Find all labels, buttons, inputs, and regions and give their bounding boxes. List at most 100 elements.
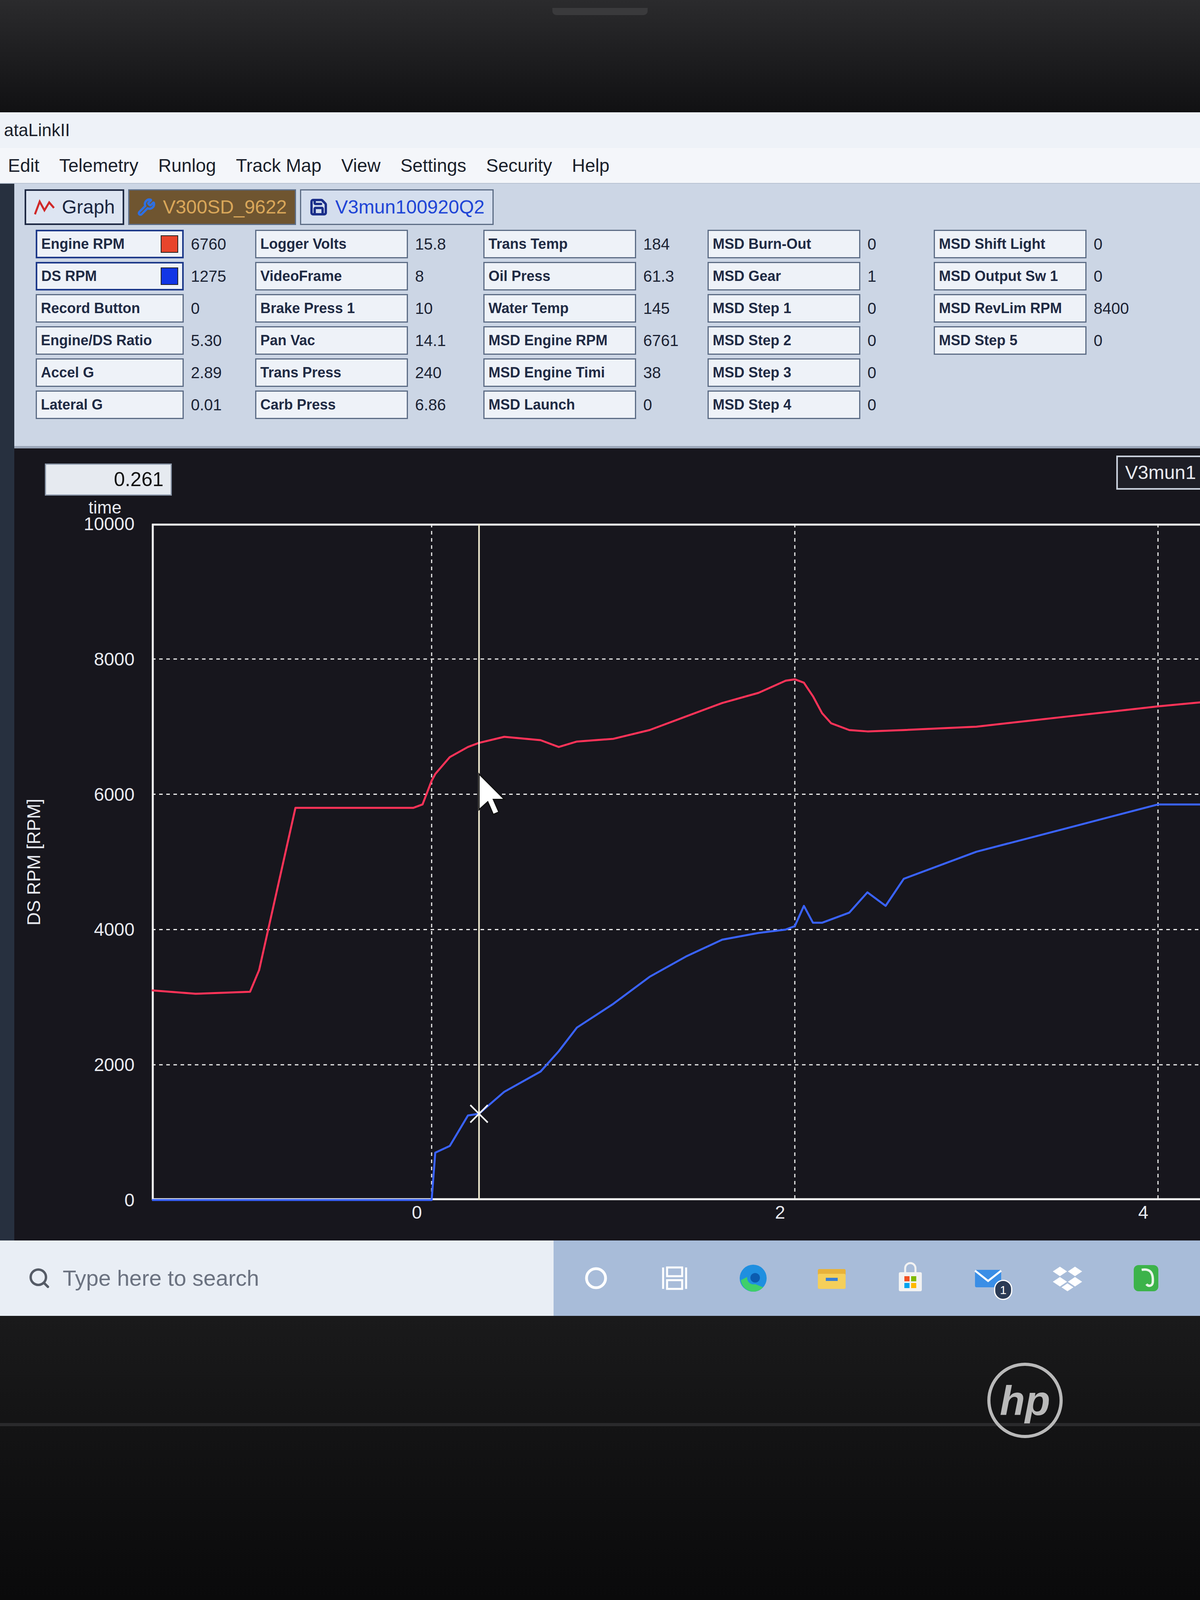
wrench-icon: [137, 198, 156, 217]
readout-label[interactable]: VideoFrame: [255, 261, 408, 291]
readout-label[interactable]: MSD RevLim RPM: [933, 294, 1087, 323]
readout-column: MSD Burn-Out0MSD Gear1MSD Step 10MSD Ste…: [707, 229, 934, 420]
search-box[interactable]: Type here to search: [0, 1240, 554, 1316]
readout-label[interactable]: Engine/DS Ratio: [35, 326, 184, 355]
readout-label[interactable]: Lateral G: [35, 390, 184, 420]
readout-column: Trans Temp184Oil Press61.3Water Temp145M…: [483, 229, 708, 420]
y-tick-label: 10000: [83, 513, 135, 534]
y-tick-label: 4000: [94, 919, 135, 940]
readout-row: MSD Shift Light0: [933, 229, 1147, 259]
x-axis: 024: [14, 1200, 1200, 1228]
readout-row: MSD Step 30: [707, 358, 934, 387]
window-title: ataLinkII: [3, 117, 70, 144]
readout-label[interactable]: Record Button: [35, 294, 184, 323]
readout-label[interactable]: Pan Vac: [255, 326, 408, 355]
hinge-strip: [0, 1423, 1200, 1427]
readout-label[interactable]: MSD Step 1: [707, 294, 861, 323]
grid-line: [430, 523, 433, 1200]
rpm-chart[interactable]: [137, 523, 1200, 1200]
menu-item[interactable]: Settings: [400, 151, 467, 180]
series-swatch: [160, 235, 179, 253]
readout-label[interactable]: MSD Output Sw 1: [933, 261, 1087, 291]
y-axis: DS RPM [RPM]0200040006000800010000: [14, 523, 138, 1200]
readout-label[interactable]: Accel G: [35, 358, 184, 387]
store-icon[interactable]: [892, 1260, 929, 1297]
tab-row: GraphV300SD_9622V3mun100920Q2: [24, 189, 1200, 225]
menu-item[interactable]: Track Map: [235, 151, 322, 180]
menu-item[interactable]: View: [341, 151, 381, 180]
chart-panel: 0.261timeV3mun1DS RPM [RPM]0200040006000…: [14, 446, 1200, 1241]
readout-label[interactable]: Trans Press: [255, 358, 408, 387]
readout-row: Pan Vac14.1: [255, 326, 484, 355]
readout-label[interactable]: MSD Burn-Out: [707, 229, 861, 259]
readout-label[interactable]: MSD Step 2: [707, 326, 861, 355]
dropbox-icon[interactable]: [1049, 1260, 1086, 1297]
menu-item[interactable]: Edit: [7, 151, 40, 180]
readout-label[interactable]: MSD Step 5: [933, 326, 1087, 355]
readout-row: MSD Gear1: [707, 261, 934, 291]
series-line: [151, 679, 1200, 994]
cortana-icon[interactable]: [578, 1260, 614, 1297]
readout-label[interactable]: MSD Launch: [483, 390, 637, 420]
grid-line: [151, 1064, 1200, 1066]
explorer-icon[interactable]: [813, 1260, 850, 1297]
x-tick-label: 2: [775, 1202, 786, 1223]
cursor-line[interactable]: [478, 523, 480, 1200]
readout-row: DS RPM1275: [35, 261, 256, 291]
readout-row: MSD Step 50: [933, 326, 1147, 355]
camera-notch: [552, 7, 648, 16]
tab[interactable]: Graph: [24, 189, 125, 225]
readout-label[interactable]: MSD Engine Timi: [483, 358, 637, 387]
readout-column: Logger Volts15.8VideoFrame8Brake Press 1…: [255, 229, 484, 420]
readout-value: 2.89: [183, 358, 256, 387]
readout-label[interactable]: Brake Press 1: [255, 294, 408, 323]
readout-value: 1275: [183, 261, 256, 291]
readout-row: MSD Engine Timi38: [483, 358, 708, 387]
y-tick-label: 0: [124, 1190, 135, 1210]
mouse-pointer-icon: [478, 773, 505, 815]
readout-label[interactable]: MSD Step 3: [707, 358, 861, 387]
series-swatch: [160, 267, 179, 285]
readout-value: 0: [860, 294, 934, 323]
readout-label[interactable]: MSD Gear: [707, 261, 861, 291]
readout-value: 0: [183, 294, 256, 323]
readout-label[interactable]: Trans Temp: [483, 229, 637, 259]
mail-icon[interactable]: 1: [971, 1260, 1007, 1297]
readout-label[interactable]: MSD Engine RPM: [483, 326, 637, 355]
evernote-icon[interactable]: [1128, 1260, 1164, 1297]
readout-label[interactable]: Oil Press: [483, 261, 637, 291]
legend-box[interactable]: V3mun1: [1116, 455, 1200, 490]
menu-item[interactable]: Telemetry: [59, 151, 139, 180]
menu-item[interactable]: Runlog: [158, 151, 217, 180]
readout-label[interactable]: MSD Shift Light: [933, 229, 1087, 259]
title-bar: ataLinkII: [0, 112, 1200, 149]
readout-row: Water Temp145: [483, 294, 708, 323]
readout-label[interactable]: Water Temp: [483, 294, 637, 323]
photo-frame: ataLinkII Edit Telemetry Runlog Track Map Vie…: [0, 0, 1200, 1600]
readout-column: Engine RPM6760DS RPM1275Record Button0En…: [35, 229, 256, 420]
taskview-icon[interactable]: [656, 1260, 693, 1297]
readout-value: 5.30: [183, 326, 256, 355]
grid-line: [151, 658, 1200, 660]
readout-row: MSD Step 20: [707, 326, 934, 355]
edge-icon[interactable]: [735, 1260, 772, 1297]
menu-item[interactable]: Help: [571, 151, 610, 180]
mail-badge: 1: [994, 1279, 1013, 1300]
y-tick-label: 8000: [94, 649, 135, 670]
readout-value: 61.3: [636, 261, 708, 291]
readout-value: 240: [407, 358, 484, 387]
readout-row: MSD Step 10: [707, 294, 934, 323]
left-edge: [0, 183, 15, 1241]
readout-label[interactable]: DS RPM: [35, 261, 184, 291]
readout-label[interactable]: Engine RPM: [35, 229, 184, 259]
grid-line: [1157, 523, 1159, 1200]
cursor-time-box[interactable]: 0.261: [44, 463, 172, 496]
readout-value: 0: [636, 390, 708, 420]
readout-row: Accel G2.89: [35, 358, 256, 387]
readout-label[interactable]: MSD Step 4: [707, 390, 861, 420]
readout-label[interactable]: Carb Press: [255, 390, 408, 420]
readout-label[interactable]: Logger Volts: [255, 229, 408, 259]
tab[interactable]: V300SD_9622: [128, 189, 296, 225]
tab[interactable]: V3mun100920Q2: [300, 189, 494, 225]
menu-item[interactable]: Security: [486, 151, 552, 180]
